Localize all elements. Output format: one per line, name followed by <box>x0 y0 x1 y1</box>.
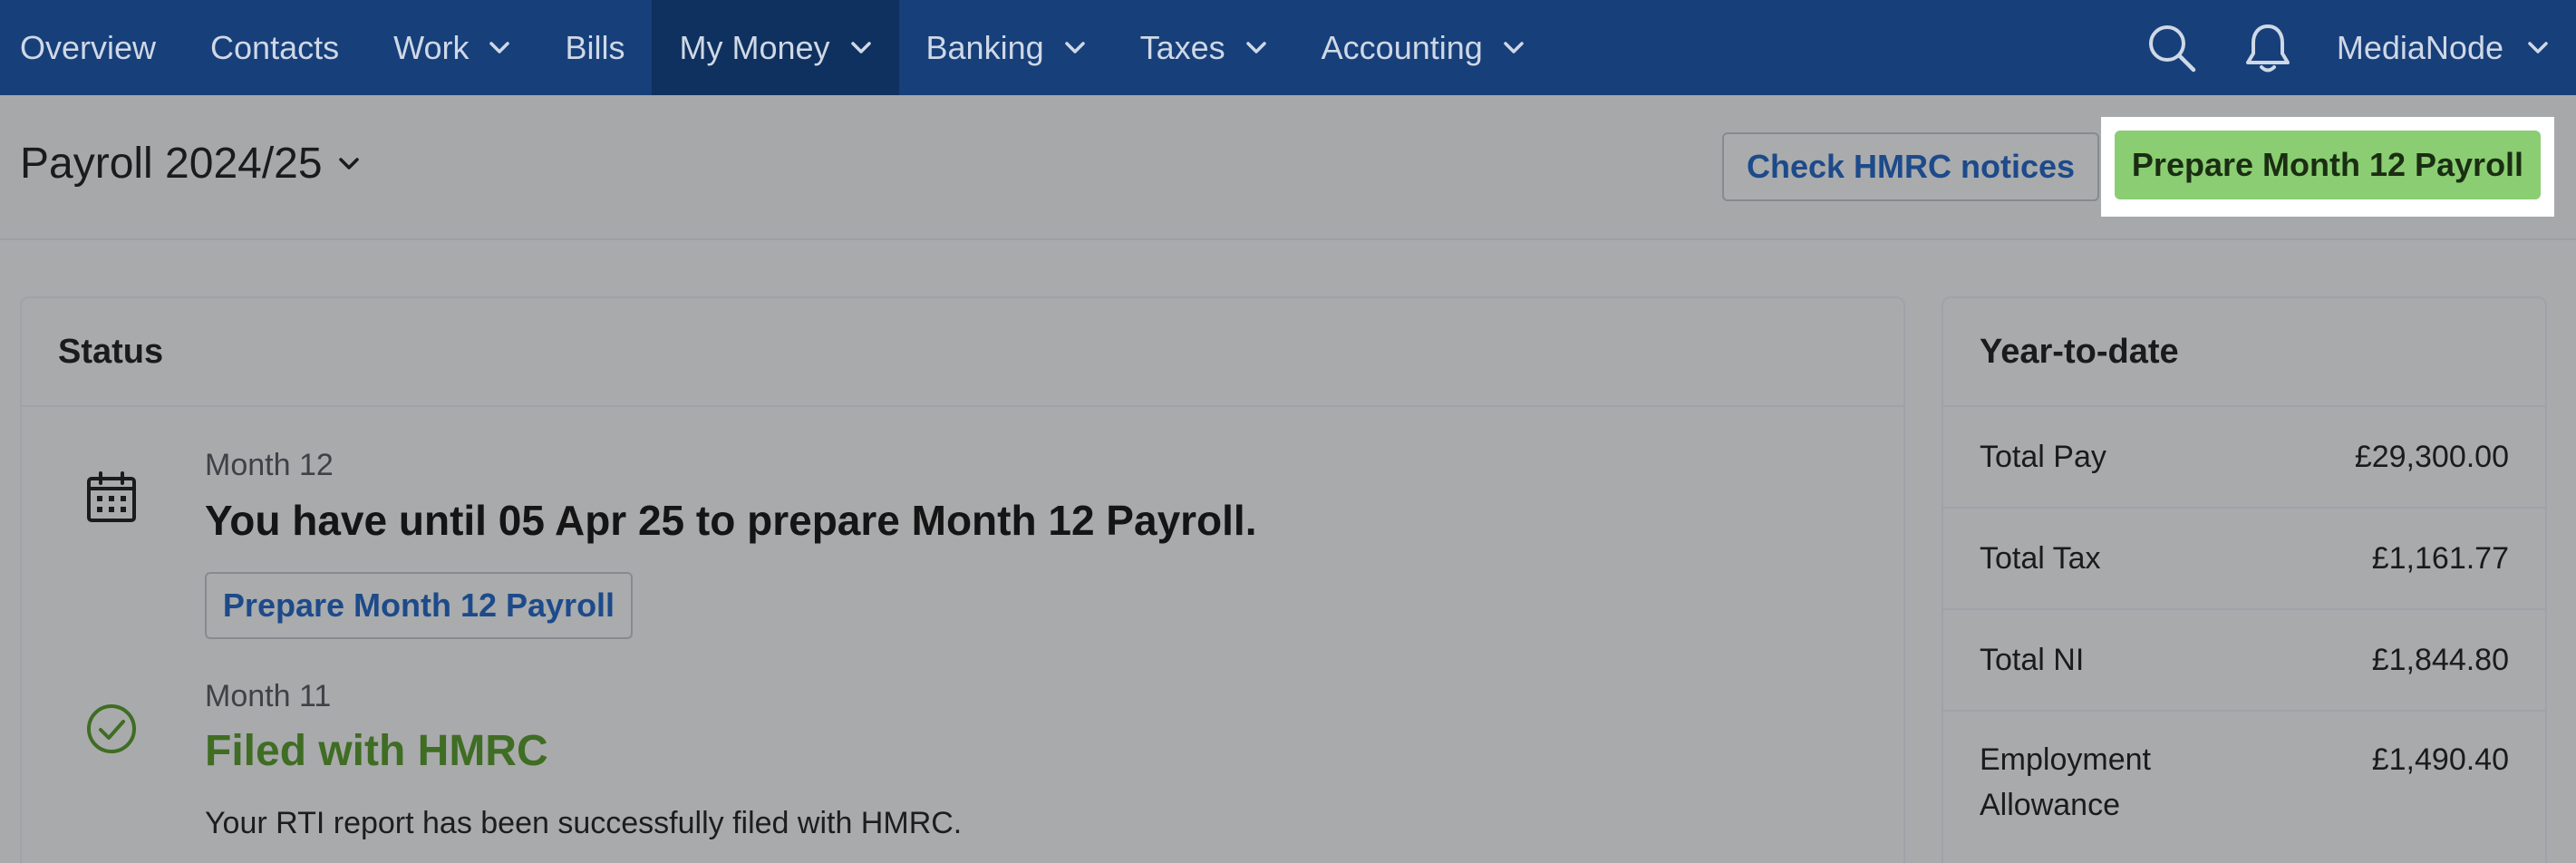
ytd-label: Total NI <box>1980 643 2085 677</box>
status-card: Status Month 12 You have until 05 Apr 25… <box>20 296 1905 863</box>
nav-label: Banking <box>925 28 1044 66</box>
ytd-row-total-tax: Total Tax £1,161.77 <box>1943 509 2545 610</box>
month-12-headline: You have until 05 Apr 25 to prepare Mont… <box>205 497 1257 544</box>
chevron-down-icon <box>2527 41 2549 55</box>
account-name: MediaNode <box>2336 28 2503 66</box>
bell-icon[interactable] <box>2241 21 2295 75</box>
month-11-headline: Filed with HMRC <box>205 727 548 775</box>
ytd-row-total-ni: Total NI £1,844.80 <box>1943 610 2545 712</box>
chevron-down-icon <box>1064 41 1086 55</box>
nav-item-my-money[interactable]: My Money <box>652 0 899 95</box>
year-to-date-card: Year-to-date Total Pay £29,300.00 Total … <box>1942 296 2547 863</box>
payroll-year-selector[interactable]: Payroll 2024/25 <box>20 139 361 189</box>
nav-label: Taxes <box>1139 28 1225 66</box>
nav-item-work[interactable]: Work <box>366 0 537 95</box>
ytd-row-employment-allowance: Employment Allowance £1,490.40 <box>1943 712 2545 863</box>
chevron-down-icon <box>337 156 361 172</box>
chevron-down-icon <box>1503 41 1525 55</box>
account-menu[interactable]: MediaNode <box>2337 29 2576 67</box>
check-hmrc-notices-button[interactable]: Check HMRC notices <box>1722 132 2099 201</box>
status-card-title: Status <box>22 298 1903 407</box>
nav-item-contacts[interactable]: Contacts <box>183 0 366 95</box>
nav-label: Accounting <box>1321 28 1483 66</box>
ytd-label: Employment Allowance <box>1980 742 2151 822</box>
month-11-description: Your RTI report has been successfully fi… <box>205 806 963 840</box>
nav-label: Work <box>393 28 470 66</box>
nav-item-bills[interactable]: Bills <box>537 0 652 95</box>
ytd-label: Total Tax <box>1980 541 2101 576</box>
chevron-down-icon <box>850 41 872 55</box>
prepare-payroll-button[interactable]: Prepare Month 12 Payroll <box>2115 131 2541 199</box>
calendar-icon <box>85 470 138 529</box>
chevron-down-icon <box>489 41 510 55</box>
ytd-value: £1,490.40 <box>2371 742 2509 777</box>
ytd-row-total-pay: Total Pay £29,300.00 <box>1943 407 2545 509</box>
chevron-down-icon <box>1245 41 1267 55</box>
prepare-month-12-button[interactable]: Prepare Month 12 Payroll <box>205 572 633 639</box>
nav-item-accounting[interactable]: Accounting <box>1294 0 1552 95</box>
search-icon[interactable] <box>2145 21 2199 75</box>
nav-label: Overview <box>20 28 157 66</box>
month-12-label: Month 12 <box>205 448 334 482</box>
ytd-value: £1,161.77 <box>2371 540 2509 576</box>
nav-item-taxes[interactable]: Taxes <box>1113 0 1294 95</box>
highlight-frame: Prepare Month 12 Payroll <box>2101 117 2554 217</box>
ytd-card-title: Year-to-date <box>1943 298 2545 407</box>
nav-label: Bills <box>565 28 625 66</box>
nav-right: MediaNode <box>2145 0 2576 95</box>
page-title: Payroll 2024/25 <box>20 140 323 188</box>
nav-label: My Money <box>679 28 830 66</box>
ytd-value: £1,844.80 <box>2371 642 2509 677</box>
top-navigation: Overview Contacts Work Bills My Money Ba… <box>0 0 2576 95</box>
nav-item-overview[interactable]: Overview <box>0 0 183 95</box>
month-11-label: Month 11 <box>205 679 332 713</box>
check-circle-icon <box>85 703 138 760</box>
ytd-label: Total Pay <box>1980 440 2106 474</box>
nav-label: Contacts <box>210 28 340 66</box>
ytd-value: £29,300.00 <box>2354 439 2509 474</box>
page-header: Payroll 2024/25 Check HMRC notices Prepa… <box>0 95 2576 240</box>
nav-item-banking[interactable]: Banking <box>899 0 1113 95</box>
